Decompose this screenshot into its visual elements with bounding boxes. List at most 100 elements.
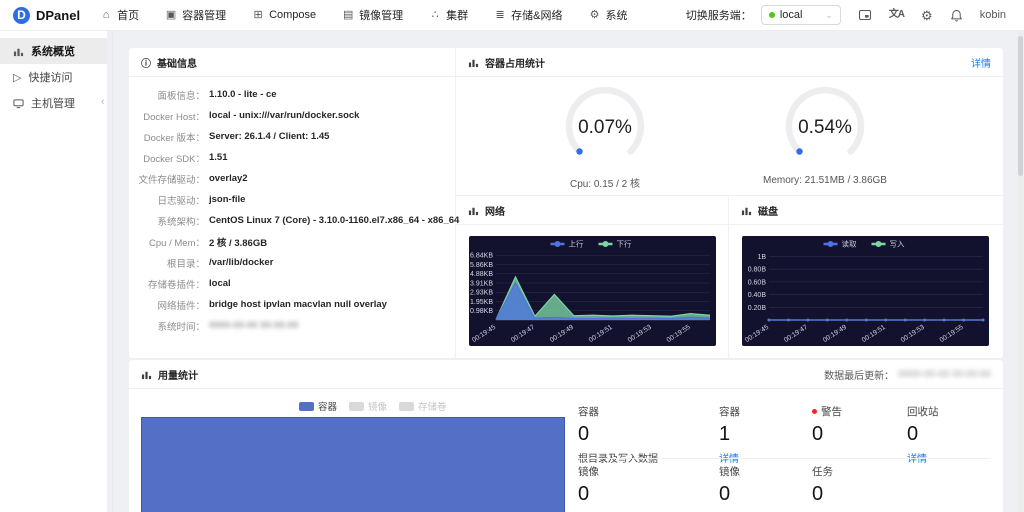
legend-swatch [299, 401, 314, 411]
nav-cluster[interactable]: ∴ 集群 [429, 7, 469, 23]
nav-home[interactable]: ⌂ 首页 [100, 7, 139, 23]
info-row: 系统时间： 0000-00-00 00:00:00 [129, 315, 455, 336]
legend-item-volumes[interactable]: 存储卷 [399, 399, 447, 413]
server-select[interactable]: local ⌄ [760, 5, 841, 25]
stat-value: 0 [812, 423, 824, 445]
stat-label: 镜像 [578, 466, 599, 478]
nav-images[interactable]: ▤ 镜像管理 [342, 7, 403, 23]
cluster-icon: ∴ [431, 8, 439, 21]
info-row-value: 1.51 [209, 152, 228, 163]
info-row: 系统架构： CentOS Linux 7 (Core) - 3.10.0-1160… [129, 210, 459, 231]
info-row-label: 根目录： [166, 258, 205, 270]
disk-section: 磁盘 0.20B 0.40B 0.60B 0.80B 1B 00:19:45 00:19:4… [729, 195, 1003, 358]
legend-label: 镜像 [368, 402, 388, 413]
svg-text:00:19:53: 00:19:53 [627, 324, 653, 344]
nav-storage-network[interactable]: ≣ 存储&网络 [494, 7, 563, 23]
main-nav: ⌂ 首页 ▣ 容器管理 ⊞ Compose ▤ 镜像管理 ∴ 集群 ≣ 存储&网… [100, 7, 628, 23]
svg-text:00:19:47: 00:19:47 [783, 324, 809, 344]
basic-info-section: ⓘ 基础信息 面板信息： 1.10.0 - lite - ce Docker Hos… [129, 48, 459, 358]
network-header: 网络 [456, 196, 728, 225]
memory-gauge: 0.54% Memory: 21.51MB / 3.86GB [755, 84, 895, 186]
warning-dot-icon [812, 409, 817, 414]
bar-chart-icon [741, 205, 752, 216]
usage-chart-area[interactable] [141, 417, 565, 512]
sidebar: 系统概览 ▷ 快捷访问 主机管理 ‹ [0, 30, 107, 512]
nav-cluster-label: 集群 [446, 10, 469, 22]
svg-text:00:19:47: 00:19:47 [510, 324, 536, 344]
info-row-value: CentOS Linux 7 (Core) - 3.10.0-1160.el7.… [209, 215, 460, 226]
info-row-value: 1.10.0 - lite - ce [209, 89, 277, 100]
nav-compose-label: Compose [269, 9, 317, 21]
container-stats-section: 容器占用统计 详情 0.07% Cpu: 0.15 / 2 核 0.54% Me… [456, 48, 1003, 195]
sidebar-collapse-icon[interactable]: ‹ [101, 96, 105, 108]
send-icon: ▷ [13, 71, 22, 84]
notification-bell-icon[interactable] [950, 9, 963, 22]
bar-chart-icon [468, 57, 479, 68]
svg-text:00:19:51: 00:19:51 [588, 324, 614, 344]
info-row: Docker Host： local - unix:///var/run/dock… [129, 105, 455, 126]
stat-label: 容器 [719, 406, 740, 418]
svg-text:00:19:51: 00:19:51 [861, 324, 887, 344]
sidebar-item-quick-access[interactable]: ▷ 快捷访问 [0, 64, 107, 90]
scrollbar-thumb[interactable] [1018, 36, 1023, 176]
stat-cell: 镜像0包含中间镜像 [578, 464, 638, 512]
info-icon: ⓘ [141, 58, 151, 70]
page-scrollbar[interactable] [1018, 30, 1023, 512]
container-stats-detail-link[interactable]: 详情 [971, 55, 991, 70]
stats-row-divider [578, 458, 991, 459]
svg-text:0.80B: 0.80B [748, 267, 767, 274]
nav-home-label: 首页 [117, 10, 140, 22]
info-row: Docker 版本： Server: 26.1.4 / Client: 1.45 [129, 126, 455, 147]
legend-item-containers[interactable]: 容器 [299, 399, 337, 413]
svg-text:1B: 1B [757, 254, 766, 261]
svg-text:0.60B: 0.60B [748, 279, 767, 286]
svg-text:00:19:49: 00:19:49 [549, 324, 575, 344]
legend-label: 存储卷 [418, 402, 447, 413]
network-chart[interactable]: 0.98KB 1.95KB 2.93KB 3.91KB 4.88KB 5.86KB 6.84… [469, 236, 716, 346]
translate-icon[interactable]: 文A [889, 10, 905, 20]
svg-text:00:19:45: 00:19:45 [471, 324, 497, 344]
monitor-icon [13, 98, 24, 109]
info-row: 面板信息： 1.10.0 - lite - ce [129, 84, 455, 105]
info-row-label: 面板信息： [157, 90, 205, 102]
dpanel-logo-icon: D [13, 6, 30, 24]
nav-containers[interactable]: ▣ 容器管理 [165, 7, 226, 23]
disk-chart[interactable]: 0.20B 0.40B 0.60B 0.80B 1B 00:19:45 00:19:47 00… [742, 236, 989, 346]
info-row-value: Server: 26.1.4 / Client: 1.45 [209, 131, 330, 142]
svg-text:1.95KB: 1.95KB [470, 299, 493, 306]
svg-text:下行: 下行 [617, 239, 632, 249]
settings-gear-icon[interactable]: ⚙ [921, 9, 933, 22]
cpu-gauge: 0.07% Cpu: 0.15 / 2 核 [535, 84, 675, 190]
stat-value: 0 [719, 483, 731, 505]
home-icon: ⌂ [102, 8, 110, 21]
svg-text:写入: 写入 [890, 240, 905, 249]
svg-text:读取: 读取 [842, 239, 857, 249]
legend-item-images[interactable]: 镜像 [349, 399, 387, 413]
brand[interactable]: D DPanel [0, 6, 100, 24]
svg-text:00:19:55: 00:19:55 [666, 324, 692, 344]
username[interactable]: kobin [980, 9, 1006, 21]
nav-system[interactable]: ⚙ 系统 [589, 7, 628, 23]
basic-info-rows: 面板信息： 1.10.0 - lite - ce Docker Host： local… [129, 77, 459, 336]
sidebar-item-host-manage[interactable]: 主机管理 [0, 90, 107, 116]
disk-title: 磁盘 [758, 206, 778, 218]
memory-gauge-value: 0.54% [798, 117, 852, 138]
top-header: D DPanel ⌂ 首页 ▣ 容器管理 ⊞ Compose ▤ 镜像管理 ∴ … [0, 0, 1024, 31]
basic-info-title: 基础信息 [157, 58, 197, 70]
svg-text:2.93KB: 2.93KB [470, 290, 493, 297]
stat-cell: 容器 1 详情 [719, 404, 740, 465]
bar-chart-icon [468, 205, 479, 216]
info-row-label: Docker SDK： [143, 153, 205, 165]
info-row-value: local [209, 278, 231, 289]
sidebar-divider [112, 30, 113, 512]
sidebar-item-quick-access-label: 快捷访问 [28, 72, 73, 84]
header-right: 切换服务端： local ⌄ 文A ⚙ kobin [686, 5, 1024, 25]
display-mode-icon[interactable] [858, 8, 872, 22]
info-row-value: /var/lib/docker [209, 257, 274, 268]
nav-compose[interactable]: ⊞ Compose [252, 9, 316, 21]
info-row-value: json-file [209, 194, 246, 205]
usage-card: 用量统计 数据最后更新： 0000-00-00 00:00:00 容器 镜像 存… [129, 360, 1003, 512]
sidebar-item-overview[interactable]: 系统概览 [0, 38, 107, 64]
info-row: Docker SDK： 1.51 [129, 147, 455, 168]
nav-storage-network-label: 存储&网络 [511, 10, 563, 22]
